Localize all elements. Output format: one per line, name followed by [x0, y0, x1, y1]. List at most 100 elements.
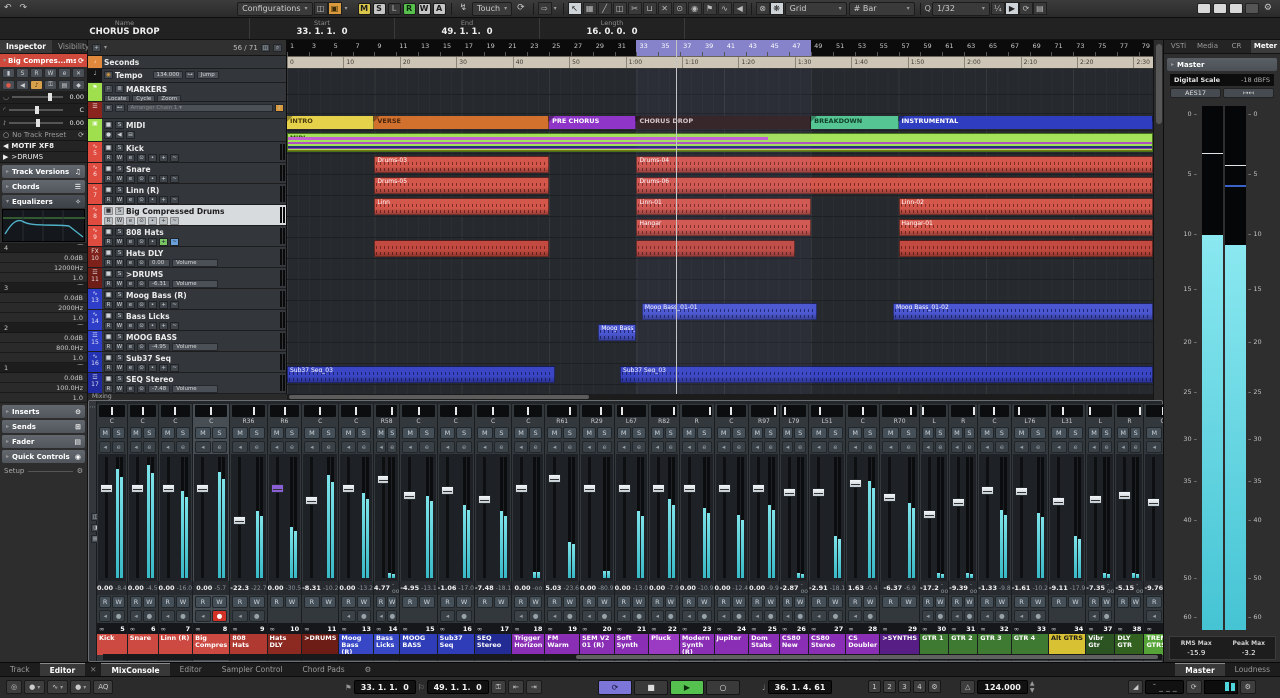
- mute-button[interactable]: ▮: [2, 68, 15, 78]
- add-track-caret[interactable]: ▾: [104, 44, 107, 51]
- stop-button[interactable]: ■: [634, 680, 668, 695]
- track-mute-button[interactable]: ■: [104, 291, 113, 299]
- gain-value[interactable]: -9.11: [1049, 584, 1068, 592]
- mute-button[interactable]: M: [1117, 427, 1129, 439]
- read-button[interactable]: R: [514, 596, 528, 608]
- solo-button[interactable]: S: [456, 427, 472, 439]
- read-button[interactable]: R: [848, 596, 863, 608]
- gain-value[interactable]: 0.00: [615, 584, 631, 592]
- snap-icon[interactable]: ⊗: [755, 2, 770, 15]
- record-button[interactable]: ●: [143, 610, 156, 622]
- range-tool-icon[interactable]: ▦: [582, 2, 597, 15]
- mute-button[interactable]: M: [922, 427, 934, 439]
- track-insert-state-icon[interactable]: ⊙: [137, 196, 146, 204]
- mute-button[interactable]: M: [651, 427, 664, 439]
- monitor-button[interactable]: ◂: [810, 610, 827, 622]
- mute-button[interactable]: M: [980, 427, 994, 439]
- write-button[interactable]: W: [597, 596, 612, 608]
- listen-button[interactable]: ◂: [716, 441, 731, 453]
- listen-button[interactable]: ◂: [781, 441, 794, 453]
- midi-record-mode-icon[interactable]: ∿ ▾: [47, 680, 69, 694]
- write-button[interactable]: W: [562, 596, 578, 608]
- right-tab-vsti[interactable]: VSTi: [1164, 40, 1193, 53]
- solo-button[interactable]: S: [419, 427, 435, 439]
- track-write-button[interactable]: W: [115, 196, 124, 204]
- mixer-strip-fm-warm[interactable]: R61 M S ◂ e 5.03 -23.6 R W ◂ ● ∞ 19 FM Warm: [545, 404, 580, 661]
- track-inserts-icon[interactable]: ~: [170, 154, 179, 162]
- edit-button[interactable]: e: [631, 441, 647, 453]
- fader-handle[interactable]: [342, 483, 356, 493]
- record-enable-button[interactable]: ●: [2, 80, 15, 90]
- track-solo-button[interactable]: S: [115, 270, 124, 278]
- state-button-l[interactable]: L: [387, 2, 401, 15]
- automation-icon[interactable]: ↯: [456, 0, 472, 17]
- track-read-button[interactable]: R: [104, 301, 113, 309]
- tempo-jump-button[interactable]: Jump: [196, 71, 219, 79]
- edit-button[interactable]: e: [175, 441, 191, 453]
- clip-sub37-seq-03[interactable]: Sub37 Seq_03: [287, 366, 555, 383]
- channel-name[interactable]: GTR 4: [1011, 634, 1048, 655]
- track-row-big-compressed-drums[interactable]: ∿ 8 ■ S Big Compressed Drums R We ⊙ • + ~: [88, 205, 286, 226]
- edit-button[interactable]: e: [356, 441, 371, 453]
- record-button[interactable]: ●: [794, 610, 806, 622]
- gain-value[interactable]: 0.00: [514, 584, 530, 592]
- solo-button[interactable]: S: [528, 427, 543, 439]
- listen-button[interactable]: ◂: [195, 441, 211, 453]
- lock-punch-icon[interactable]: ⚿: [490, 680, 506, 694]
- solo-button[interactable]: S: [863, 427, 878, 439]
- gain-value[interactable]: -8.31: [302, 584, 321, 592]
- state-button-w[interactable]: W: [417, 2, 431, 15]
- track-row-linn-r-[interactable]: ∿ 7 ■ S Linn (R) R We ⊙ • + ~: [88, 184, 286, 205]
- mixer-strip-snare[interactable]: C M S ◂ e 0.00 -4.5 R W ◂ ● ∞ 6 Snare: [127, 404, 159, 661]
- track-read-button[interactable]: R: [104, 154, 113, 162]
- track-sends-icon[interactable]: •: [148, 301, 157, 309]
- mixer-strip-cs-doubler[interactable]: C M S ◂ e 1.63 -0.4 R W ◂ ● ∞ 28 CS Doubler: [846, 404, 881, 661]
- track-row-hats-dly[interactable]: FX 10 ■ S Hats DLY R We ⊙ 0.00 Volume: [88, 247, 286, 268]
- track-write-button[interactable]: W: [115, 175, 124, 183]
- track-eq-state-icon[interactable]: +: [159, 301, 168, 309]
- clip-unnamed[interactable]: [374, 240, 550, 257]
- listen-button[interactable]: ◂: [810, 441, 827, 453]
- channel-name[interactable]: CS80 New: [779, 634, 808, 655]
- listen-button[interactable]: ◂: [129, 441, 143, 453]
- read-button[interactable]: R: [476, 596, 493, 608]
- channel-name[interactable]: GTR 3: [978, 634, 1011, 655]
- edit-button[interactable]: e: [934, 441, 947, 453]
- mixer-strip-moog-bass-r-[interactable]: C M S ◂ e 0.00 -13.2 R W ◂ ● ∞ 13 Moog Bass (R): [339, 404, 374, 661]
- listen-button[interactable]: ◂: [1117, 441, 1129, 453]
- record-button[interactable]: ●: [562, 610, 578, 622]
- channel-name[interactable]: Bass Licks: [373, 634, 400, 655]
- clip-unnamed[interactable]: [898, 240, 1153, 257]
- track-solo-button[interactable]: S: [115, 312, 124, 320]
- mixer-strip-cs80-stereo[interactable]: L51 M S ◂ e -2.91 -18.1 R W ◂ ● ∞ 27 CS80 Stereo: [808, 404, 847, 661]
- listen-button[interactable]: ◂: [341, 441, 356, 453]
- read-button[interactable]: R: [951, 596, 963, 608]
- track-solo-button[interactable]: S: [115, 228, 124, 236]
- track-mute-button[interactable]: ■: [104, 165, 113, 173]
- gain-value[interactable]: -7.48: [475, 584, 494, 592]
- tempo-display[interactable]: 124.000: [977, 680, 1028, 694]
- arranger-part-pre-chorus[interactable]: PRE CHORUS: [549, 116, 637, 129]
- mixer-strip-alt-gtrs[interactable]: L31 M S ◂ e -9.11 -17.9 R W ∞ 34 Alt GTRS: [1048, 404, 1087, 661]
- mixer-strip-soft-synth[interactable]: L67 M S ◂ e 0.00 -13.0 R W ◂ ● ∞ 21 Soft Synth: [614, 404, 650, 661]
- fader-handle[interactable]: [1089, 495, 1103, 505]
- track-read-button[interactable]: R: [104, 322, 113, 330]
- pan-control[interactable]: [751, 405, 777, 417]
- listen-button[interactable]: ◂: [232, 441, 248, 453]
- monitor-button[interactable]: ◂: [514, 610, 528, 622]
- folder-mute-button[interactable]: ■: [104, 121, 113, 129]
- monitor-button[interactable]: ◂: [951, 610, 963, 622]
- mute-button[interactable]: M: [751, 427, 764, 439]
- record-button[interactable]: ●: [731, 610, 747, 622]
- mixer-strip-vibr-gtr[interactable]: L M S ◂ e -7.35 -oo R W ◂ ● ∞ 37 Vibr Gtr: [1086, 404, 1116, 661]
- write-button[interactable]: W: [387, 596, 398, 608]
- mixer-strip-modern-synth-r-[interactable]: R M S ◂ e 0.00 -10.9 R W ◂ ● ∞ 23 Modern Synth (R): [679, 404, 715, 661]
- mute-button[interactable]: M: [582, 427, 597, 439]
- record-button[interactable]: ○: [706, 680, 740, 695]
- arranger-mode-icon[interactable]: ⊷: [115, 104, 125, 112]
- setup-caret[interactable]: ▾: [342, 5, 351, 12]
- automation-mode-dropdown[interactable]: Touch ▾: [472, 1, 513, 16]
- eq-curve-display[interactable]: [2, 209, 85, 242]
- write-button[interactable]: W: [934, 596, 947, 608]
- track-edit-button[interactable]: e: [126, 196, 135, 204]
